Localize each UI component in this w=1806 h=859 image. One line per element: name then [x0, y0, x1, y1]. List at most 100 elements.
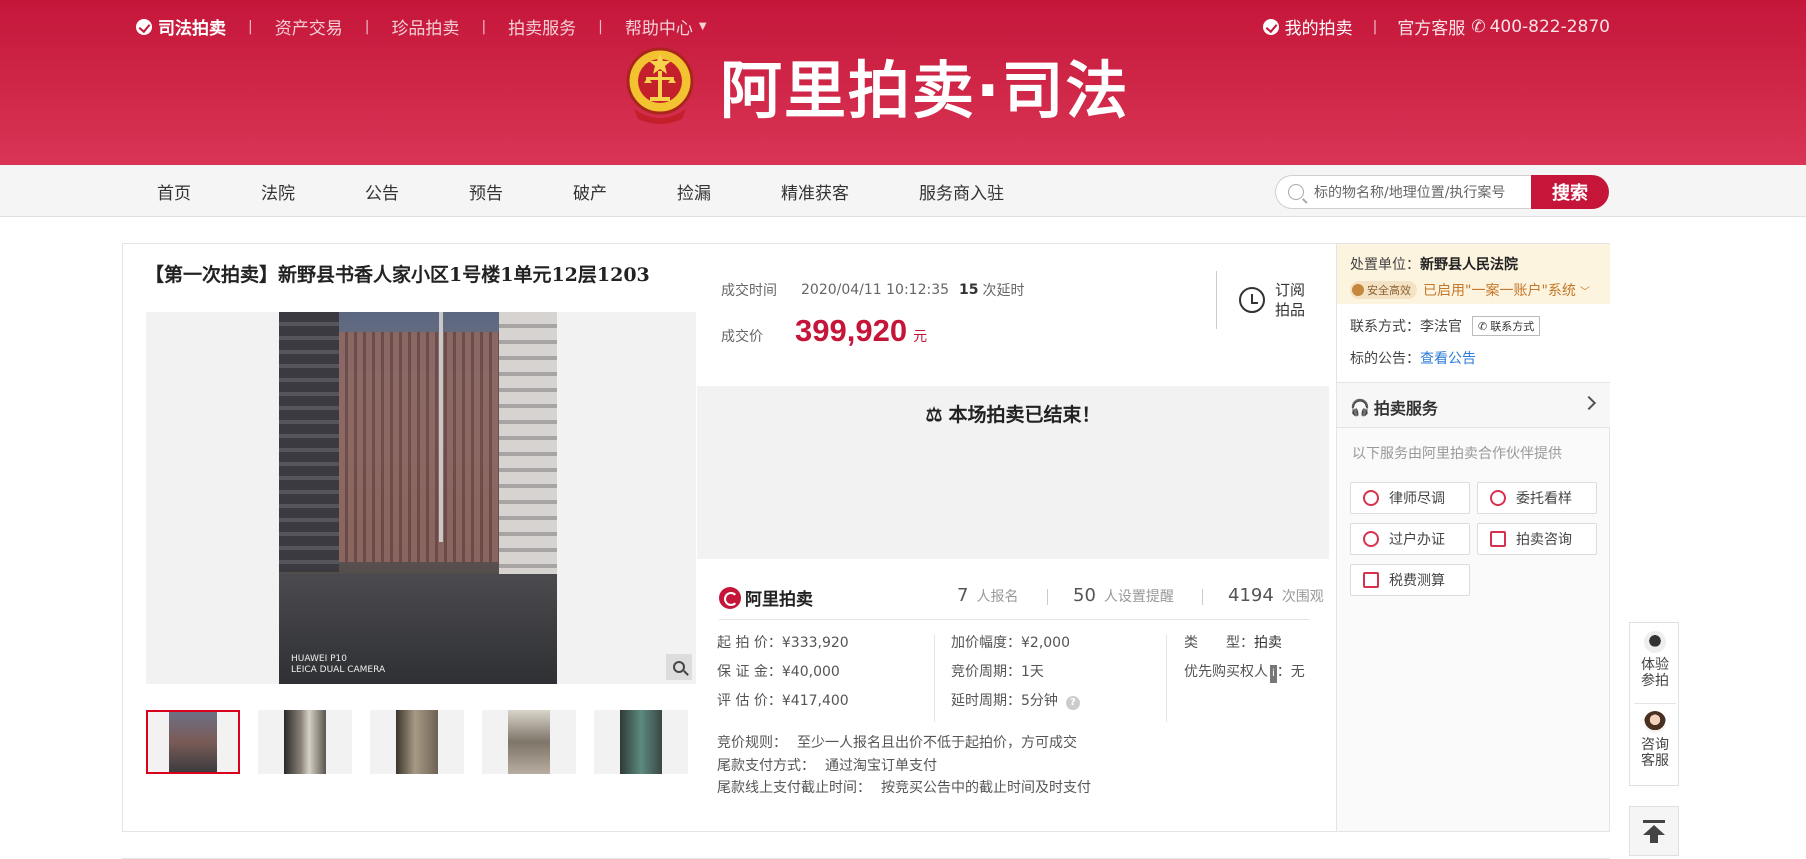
my-auction-link[interactable]: 我的拍卖	[1262, 14, 1353, 39]
rule-value: 至少一人报名且出价不低于起拍价，方可成交	[797, 735, 1077, 751]
nav-court[interactable]: 法院	[261, 179, 295, 204]
service-tax-calc[interactable]: 税费测算	[1350, 564, 1470, 596]
account-system-row[interactable]: 安全高效 已启用"一案一账户"系统 ﹀	[1350, 280, 1590, 300]
safe-badge-label: 安全高效	[1367, 284, 1411, 297]
delay-period-row: 延时周期：5分钟?	[951, 692, 1080, 721]
rule-label: 竞价规则：	[717, 735, 787, 751]
thumbnail-1[interactable]	[146, 710, 240, 774]
view-notice-link[interactable]: 查看公告	[1420, 348, 1476, 368]
top-right-links: 我的拍卖 | 官方客服 ✆ 400-822-2870	[1262, 14, 1610, 39]
auction-service-header[interactable]: 🎧 拍卖服务	[1337, 382, 1610, 428]
start-price: 起 拍 价：¥333,920	[717, 635, 849, 651]
contact-button-label: 联系方式	[1490, 320, 1535, 333]
notice-row: 标的公告： 查看公告	[1350, 348, 1476, 368]
nav-notice[interactable]: 公告	[365, 179, 399, 204]
contact-label: 联系方式：	[1350, 319, 1420, 335]
nav-auction-service[interactable]: 拍卖服务	[508, 14, 576, 39]
subscribe-button[interactable]: 订阅 拍品	[1216, 271, 1316, 329]
chat-icon	[1490, 531, 1506, 547]
search-button[interactable]: 搜索	[1531, 175, 1609, 209]
signup-stat: 7 人报名	[957, 585, 1018, 606]
thumbnail-image	[169, 712, 217, 772]
service-label: 委托看样	[1516, 491, 1572, 507]
logo-text: 阿里拍卖·司法	[720, 54, 1130, 127]
alarm-clock-icon	[1239, 287, 1265, 313]
nav-provider-join[interactable]: 服务商入驻	[919, 179, 1004, 204]
court-info: 处置单位： 新野县人民法院 安全高效 已启用"一案一账户"系统 ﹀ 联系方式： …	[1337, 244, 1610, 382]
main-photo-viewer[interactable]: HUAWEI P10 LEICA DUAL CAMERA	[146, 312, 696, 684]
my-auction-label: 我的拍卖	[1284, 19, 1353, 39]
brand-link[interactable]: 司法拍卖	[136, 14, 226, 39]
avatar	[1644, 711, 1666, 733]
disposal-unit-row: 处置单位： 新野县人民法院	[1350, 254, 1518, 274]
ali-logo-icon	[719, 586, 741, 609]
search-input[interactable]: 标的物名称/地理位置/执行案号	[1275, 175, 1531, 209]
nav-preview[interactable]: 预告	[469, 179, 503, 204]
service-entrust-viewing[interactable]: 委托看样	[1477, 482, 1597, 514]
thumbnail-3[interactable]	[370, 710, 464, 774]
floating-toolbar: 体验 参拍 咨询 客服	[1629, 622, 1679, 786]
view-count: 4194	[1228, 585, 1274, 606]
signup-count: 7	[957, 585, 969, 606]
thumbnail-image	[508, 710, 550, 774]
rule-value: 通过淘宝订单支付	[825, 757, 937, 774]
rule-payment-method: 尾款支付方式： 通过淘宝订单支付	[717, 756, 1091, 779]
caret-down-icon: ▼	[698, 21, 707, 32]
divider	[1166, 634, 1167, 722]
search-icon	[1288, 184, 1304, 200]
help-icon[interactable]: ?	[1065, 696, 1080, 710]
rule-bidding: 竞价规则： 至少一人报名且出价不低于起拍价，方可成交	[717, 733, 1091, 756]
nav-treasure-auction[interactable]: 珍品拍卖	[391, 14, 459, 39]
terms-col-2: 加价幅度：¥2,000 竞价周期：1天 延时周期：5分钟?	[951, 634, 1080, 721]
nav-precise-customers[interactable]: 精准获客	[781, 179, 849, 204]
site-logo[interactable]: 阿里拍卖·司法	[624, 40, 1130, 130]
thumbnail-4[interactable]	[482, 710, 576, 774]
nav-help-center[interactable]: 帮助中心	[625, 14, 693, 39]
zoom-button[interactable]	[666, 654, 692, 680]
contact-button[interactable]: ✆ 联系方式	[1472, 316, 1541, 336]
phone-icon: ✆	[1478, 319, 1488, 333]
experience-line2: 参拍	[1641, 673, 1669, 689]
deal-time-value: 2020/04/11 10:12:35	[801, 282, 950, 298]
nav-bargain[interactable]: 捡漏	[677, 179, 711, 204]
thumbnail-image	[396, 710, 438, 774]
disposal-unit-label: 处置单位：	[1350, 257, 1420, 273]
main-photo: HUAWEI P10 LEICA DUAL CAMERA	[279, 312, 557, 684]
person-icon	[1363, 531, 1379, 547]
divider	[719, 619, 1309, 620]
gavel-icon: ⚖	[925, 404, 943, 426]
back-to-top-button[interactable]	[1629, 806, 1679, 856]
top-bar-icon	[1643, 819, 1665, 823]
divider: |	[248, 18, 253, 35]
terms-col-3: 类 型：拍卖 优先购买权人 ⅰ ：无	[1184, 634, 1305, 692]
service-label: 税费测算	[1389, 573, 1445, 589]
nav-home[interactable]: 首页	[157, 179, 191, 204]
photo-building-right	[499, 312, 557, 582]
info-badge-icon[interactable]: ⅰ	[1270, 665, 1277, 683]
arrow-up-icon	[1643, 824, 1665, 835]
customer-service-button[interactable]: 咨询 客服	[1630, 711, 1680, 769]
service-label: 律师尽调	[1389, 491, 1445, 507]
nav-bankruptcy[interactable]: 破产	[573, 179, 607, 204]
deal-time-label: 成交时间	[721, 283, 777, 299]
thumbnail-5[interactable]	[594, 710, 688, 774]
nav-asset-trade[interactable]: 资产交易	[275, 14, 343, 39]
service-lawyer-check[interactable]: 律师尽调	[1350, 482, 1470, 514]
service-transfer[interactable]: 过户办证	[1350, 523, 1470, 555]
thumbnail-2[interactable]	[258, 710, 352, 774]
service-label: 过户办证	[1389, 532, 1445, 548]
experience-bidding-button[interactable]: 体验 参拍	[1630, 631, 1680, 689]
rule-value: 按竞买公告中的截止时间及时支付	[881, 780, 1091, 796]
service-consult[interactable]: 拍卖咨询	[1477, 523, 1597, 555]
arrow-stem-icon	[1650, 834, 1658, 843]
main-nav: 首页 法院 公告 预告 破产 捡漏 精准获客 服务商入驻	[157, 165, 1074, 217]
signup-label: 人报名	[976, 589, 1019, 605]
search-bar: 标的物名称/地理位置/执行案号 搜索	[1275, 175, 1609, 209]
gavel-icon	[1644, 631, 1666, 653]
disposal-unit-value[interactable]: 新野县人民法院	[1420, 254, 1518, 274]
delay-label: 次延时	[982, 283, 1025, 299]
customer-service-label[interactable]: 官方客服	[1397, 14, 1465, 39]
type-value: 拍卖	[1254, 635, 1282, 651]
deal-price-row: 成交价 399,920 元	[721, 313, 927, 349]
consult-line1: 咨询	[1641, 737, 1669, 753]
